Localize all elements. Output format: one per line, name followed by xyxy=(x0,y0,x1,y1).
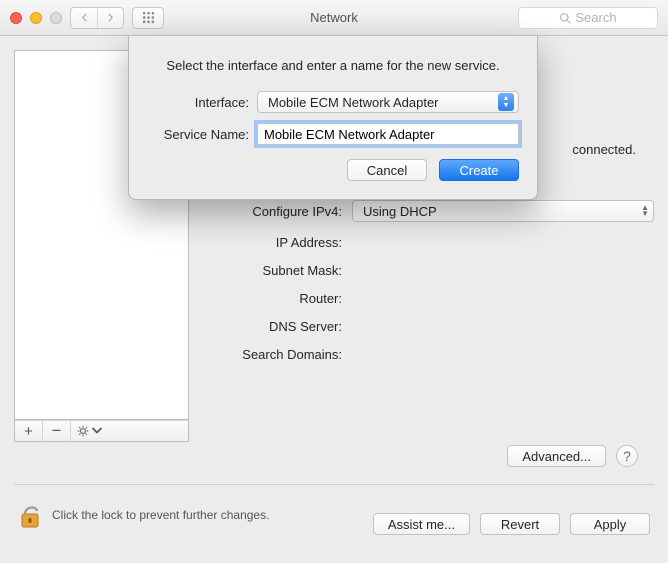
search-placeholder: Search xyxy=(575,10,616,25)
add-service-button[interactable]: + xyxy=(15,421,43,441)
search-icon xyxy=(559,12,571,24)
chevron-down-icon: ▼ xyxy=(503,102,510,109)
updown-icon: ▲▼ xyxy=(641,205,649,217)
subnet-mask-label: Subnet Mask: xyxy=(207,263,352,278)
service-name-label: Service Name: xyxy=(147,127,257,142)
chevron-down-icon xyxy=(91,425,103,437)
chevron-right-icon xyxy=(106,13,115,22)
ip-address-label: IP Address: xyxy=(207,235,352,250)
search-domains-label: Search Domains: xyxy=(207,347,352,362)
dns-server-label: DNS Server: xyxy=(207,319,352,334)
configure-ipv4-label: Configure IPv4: xyxy=(207,204,352,219)
show-all-button[interactable] xyxy=(132,7,164,29)
advanced-button[interactable]: Advanced... xyxy=(507,445,606,467)
interface-select[interactable]: Mobile ECM Network Adapter ▲ ▼ xyxy=(257,91,519,113)
router-label: Router: xyxy=(207,291,352,306)
configure-ipv4-select[interactable]: Using DHCP ▲▼ xyxy=(352,200,654,222)
gear-icon xyxy=(77,425,89,437)
remove-service-button[interactable]: − xyxy=(43,421,71,441)
window-root: Network Search + − xyxy=(0,0,668,563)
lock-row: Click the lock to prevent further change… xyxy=(18,501,269,529)
cancel-button[interactable]: Cancel xyxy=(347,159,427,181)
chevron-left-icon xyxy=(80,13,89,22)
chevron-up-icon: ▲ xyxy=(503,95,510,102)
revert-button[interactable]: Revert xyxy=(480,513,560,535)
divider xyxy=(14,484,654,485)
help-button[interactable]: ? xyxy=(616,445,638,467)
lock-text: Click the lock to prevent further change… xyxy=(52,508,269,522)
interface-label: Interface: xyxy=(147,95,257,110)
apply-button[interactable]: Apply xyxy=(570,513,650,535)
back-button[interactable] xyxy=(71,8,97,28)
close-window-button[interactable] xyxy=(10,12,22,24)
sidebar-footer: + − xyxy=(14,420,189,442)
grid-icon xyxy=(142,11,155,24)
sheet-prompt: Select the interface and enter a name fo… xyxy=(147,58,519,73)
search-field[interactable]: Search xyxy=(518,7,658,29)
forward-button[interactable] xyxy=(97,8,123,28)
traffic-lights xyxy=(10,12,62,24)
lock-icon[interactable] xyxy=(18,501,42,529)
minimize-window-button[interactable] xyxy=(30,12,42,24)
titlebar: Network Search xyxy=(0,0,668,36)
service-name-input[interactable] xyxy=(257,123,519,145)
create-button[interactable]: Create xyxy=(439,159,519,181)
new-service-sheet: Select the interface and enter a name fo… xyxy=(128,36,538,200)
status-text: connected. xyxy=(572,142,636,157)
zoom-window-button[interactable] xyxy=(50,12,62,24)
nav-buttons xyxy=(70,7,124,29)
assist-button[interactable]: Assist me... xyxy=(373,513,470,535)
action-menu-button[interactable] xyxy=(71,421,188,441)
